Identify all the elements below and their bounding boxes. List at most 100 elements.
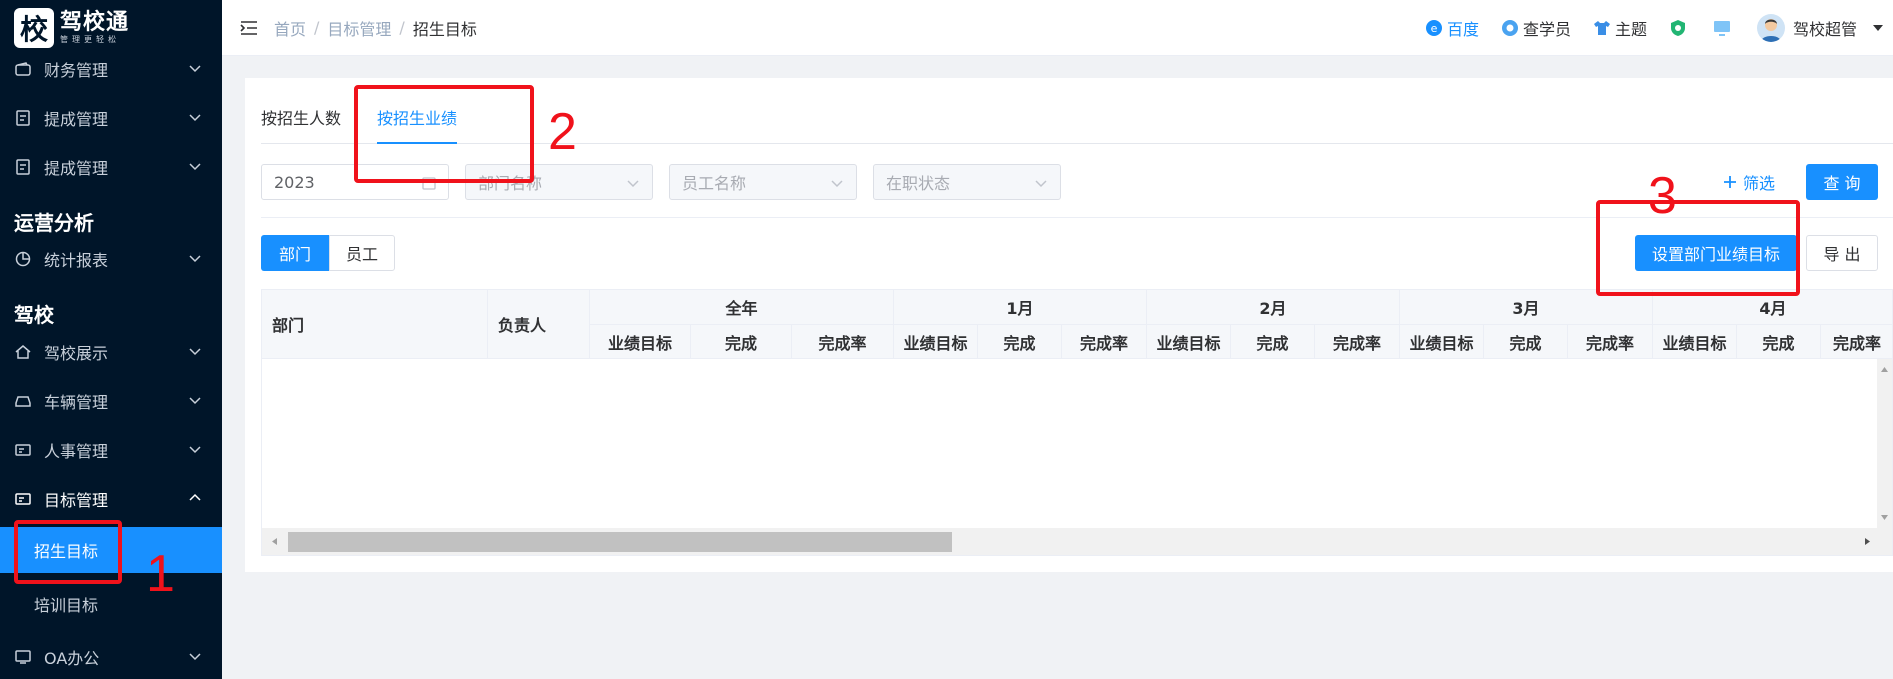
sidebar-item-commission-2[interactable]: 提成管理 xyxy=(0,145,222,189)
chevron-down-icon xyxy=(189,348,201,356)
th-sub-target: 业绩目标 xyxy=(894,325,978,359)
sidebar-item-goals[interactable]: 目标管理 xyxy=(0,477,222,521)
username: 驾校超管 xyxy=(1792,20,1857,39)
group-title-ops: 运营分析 xyxy=(14,211,94,235)
horizontal-scroll-thumb[interactable] xyxy=(288,532,952,552)
toggle-employee[interactable]: 员工 xyxy=(329,235,395,271)
id-card-icon xyxy=(14,442,32,458)
th-sub-rate: 完成率 xyxy=(1315,325,1400,359)
caret-down-icon xyxy=(1873,25,1883,31)
screen-link[interactable] xyxy=(1713,19,1735,37)
th-sub-done: 完成 xyxy=(1484,325,1568,359)
th-group-jan: 1月 xyxy=(894,290,1147,325)
th-sub-done: 完成 xyxy=(1231,325,1315,359)
th-sub-rate: 完成率 xyxy=(1821,325,1892,359)
th-department: 部门 xyxy=(262,290,488,359)
wallet-icon xyxy=(14,61,32,77)
top-header: 首页 / 目标管理 / 招生目标 e 百度 查学员 主题 驾校超管 xyxy=(222,0,1893,56)
breadcrumb: 首页 / 目标管理 / 招生目标 xyxy=(274,16,477,40)
th-owner: 负责人 xyxy=(488,290,590,359)
chevron-down-icon xyxy=(189,65,201,73)
sidebar-item-label: 提成管理 xyxy=(44,110,109,129)
th-sub-target: 业绩目标 xyxy=(1147,325,1231,359)
export-button[interactable]: 导 出 xyxy=(1806,235,1878,271)
chevron-up-icon xyxy=(189,493,201,501)
sidebar-subitem-training-goal[interactable]: 培训目标 xyxy=(0,581,222,627)
sidebar-item-label: 人事管理 xyxy=(44,442,109,461)
sidebar-item-label: OA办公 xyxy=(44,649,100,668)
sidebar-item-reports[interactable]: 统计报表 xyxy=(0,237,222,281)
sidebar-item-commission[interactable]: 提成管理 xyxy=(0,96,222,140)
query-button[interactable]: 查 询 xyxy=(1806,164,1878,200)
chevron-down-icon xyxy=(189,255,201,263)
annotation-box-3 xyxy=(1596,200,1800,296)
sidebar-item-label: 驾校展示 xyxy=(44,344,109,363)
th-sub-rate: 完成率 xyxy=(1062,325,1147,359)
sidebar-item-label: 提成管理 xyxy=(44,159,109,178)
th-sub-done: 完成 xyxy=(978,325,1062,359)
tab-by-enrollment-count[interactable]: 按招生人数 xyxy=(261,98,341,144)
scroll-up-icon[interactable] xyxy=(1880,365,1889,374)
performance-table: 部门 负责人 全年 业绩目标 完成 完成率 1月 业绩目标 完成 完成率 2月 … xyxy=(261,289,1893,556)
chevron-down-icon xyxy=(189,397,201,405)
filter-toggle-button[interactable]: 筛选 xyxy=(1723,164,1775,200)
th-group-year: 全年 xyxy=(590,290,894,325)
sidebar-item-vehicles[interactable]: 车辆管理 xyxy=(0,379,222,423)
scroll-left-icon[interactable] xyxy=(270,537,279,546)
annotation-number-1: 1 xyxy=(146,545,175,603)
group-title-school: 驾校 xyxy=(14,303,54,327)
th-sub-target: 业绩目标 xyxy=(590,325,691,359)
scroll-right-icon[interactable] xyxy=(1863,537,1872,546)
chevron-down-icon xyxy=(189,446,201,454)
sidebar-item-hr[interactable]: 人事管理 xyxy=(0,428,222,472)
theme-link[interactable]: 主题 xyxy=(1593,16,1647,40)
car-icon xyxy=(14,393,32,409)
vertical-scrollbar[interactable] xyxy=(1877,359,1892,528)
logo-title: 驾校通 xyxy=(60,10,130,35)
horizontal-scrollbar[interactable] xyxy=(262,528,1892,555)
breadcrumb-goals[interactable]: 目标管理 xyxy=(327,16,391,40)
sidebar-item-label: 车辆管理 xyxy=(44,393,109,412)
shield-icon xyxy=(1670,20,1685,36)
th-sub-target: 业绩目标 xyxy=(1653,325,1737,359)
sidebar-item-label: 统计报表 xyxy=(44,251,109,270)
status-select[interactable]: 在职状态 xyxy=(873,164,1061,200)
svg-text:e: e xyxy=(1431,22,1438,35)
browser-icon: e xyxy=(1425,20,1442,36)
baidu-link[interactable]: e 百度 xyxy=(1425,16,1479,40)
menu-toggle-icon[interactable] xyxy=(240,20,258,36)
breadcrumb-current: 招生目标 xyxy=(412,19,477,39)
employee-select[interactable]: 员工名称 xyxy=(669,164,857,200)
table-header: 部门 负责人 全年 业绩目标 完成 完成率 1月 业绩目标 完成 完成率 2月 … xyxy=(262,290,1892,359)
user-menu[interactable]: 驾校超管 xyxy=(1756,14,1885,42)
th-sub-target: 业绩目标 xyxy=(1400,325,1484,359)
chevron-down-icon xyxy=(831,180,843,188)
sidebar-item-finance[interactable]: 财务管理 xyxy=(0,47,222,91)
scroll-down-icon[interactable] xyxy=(1880,513,1889,522)
table-body-empty xyxy=(262,359,1879,528)
search-student-link[interactable]: 查学员 xyxy=(1501,16,1571,40)
breadcrumb-home[interactable]: 首页 xyxy=(274,16,306,40)
sidebar-item-oa[interactable]: OA办公 xyxy=(0,635,222,679)
th-sub-rate: 完成率 xyxy=(1568,325,1653,359)
document-icon xyxy=(14,110,32,126)
chevron-down-icon xyxy=(189,163,201,171)
plus-icon xyxy=(1724,176,1736,188)
toggle-department[interactable]: 部门 xyxy=(261,235,329,271)
th-sub-rate: 完成率 xyxy=(792,325,894,359)
monitor-icon xyxy=(1713,21,1730,36)
security-link[interactable] xyxy=(1669,19,1691,37)
chevron-down-icon xyxy=(627,180,639,188)
annotation-box-2 xyxy=(354,85,534,183)
logo-mark: 校 xyxy=(14,8,54,48)
sidebar-item-label: 目标管理 xyxy=(44,491,109,510)
shirt-icon xyxy=(1593,21,1610,35)
annotation-box-1 xyxy=(14,520,122,584)
logo-subtitle: 管理更轻松 xyxy=(60,35,120,44)
target-icon xyxy=(14,491,32,507)
th-group-feb: 2月 xyxy=(1147,290,1400,325)
sidebar-item-school-display[interactable]: 驾校展示 xyxy=(0,330,222,374)
chevron-down-icon xyxy=(189,653,201,661)
home-icon xyxy=(14,344,32,360)
th-sub-done: 完成 xyxy=(691,325,792,359)
